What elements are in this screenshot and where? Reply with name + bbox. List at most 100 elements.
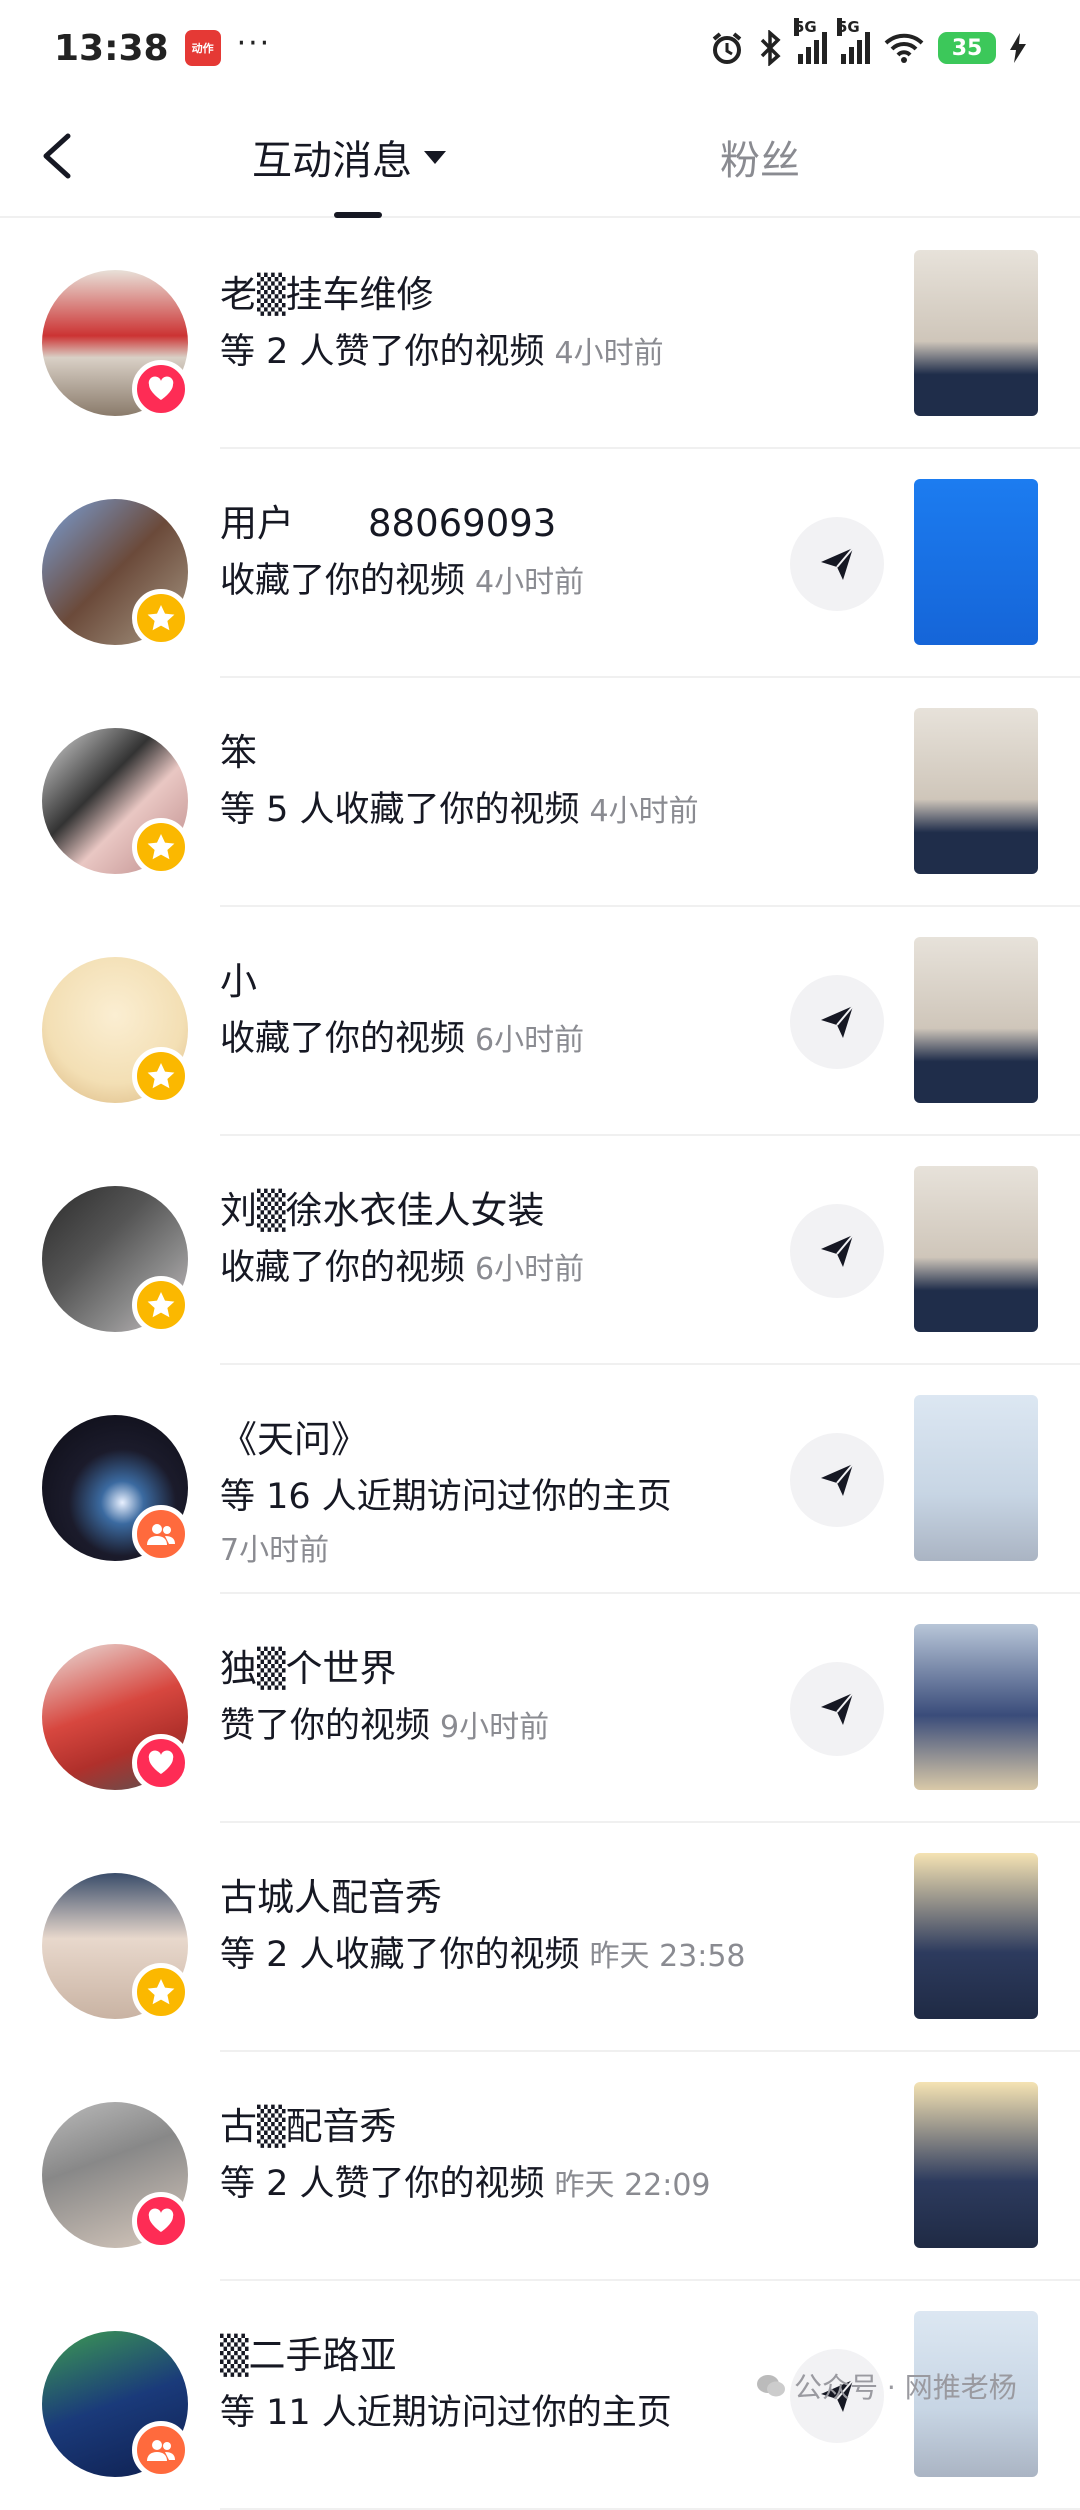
video-thumbnail[interactable]	[914, 2082, 1038, 2248]
favorite-star-icon	[132, 1276, 190, 1334]
more-notifications-icon: ···	[236, 25, 272, 61]
notification-time: 4小时前	[554, 336, 664, 371]
status-bar: 13:38 动作 ··· 5G 5G 35	[0, 0, 1080, 96]
notification-time: 7小时前	[220, 1533, 330, 1568]
notification-time: 6小时前	[475, 1023, 585, 1058]
video-thumbnail[interactable]	[914, 479, 1038, 645]
notification-row[interactable]: 用户 88069093 收藏了你的视频 4小时前	[0, 449, 1080, 678]
notification-desc: 等 11 人近期访问过你的主页	[220, 2393, 672, 2433]
notification-desc: 等 2 人赞了你的视频	[220, 332, 545, 372]
notification-text: 小 收藏了你的视频 6小时前	[220, 957, 760, 1067]
notification-text: 老▒挂车维修 等 2 人赞了你的视频 4小时前	[220, 270, 760, 380]
notification-desc: 赞了你的视频	[220, 1706, 431, 1746]
like-heart-icon	[132, 360, 190, 418]
status-time: 13:38	[54, 27, 169, 69]
paper-plane-icon	[817, 544, 857, 584]
notification-time: 4小时前	[475, 565, 585, 600]
paper-plane-icon	[817, 1460, 857, 1500]
paper-plane-icon	[817, 1002, 857, 1042]
send-message-button[interactable]	[790, 517, 884, 611]
notification-desc: 等 5 人收藏了你的视频	[220, 790, 580, 830]
notification-text: ▒二手路亚 等 11 人近期访问过你的主页	[220, 2331, 760, 2439]
notification-row[interactable]: 小 收藏了你的视频 6小时前	[0, 907, 1080, 1136]
tab-fans[interactable]: 粉丝	[720, 128, 800, 186]
paper-plane-icon	[817, 1689, 857, 1729]
notification-desc-line: 收藏了你的视频 4小时前	[220, 555, 760, 609]
notification-row[interactable]: 独▒个世界 赞了你的视频 9小时前	[0, 1594, 1080, 1823]
notification-desc: 收藏了你的视频	[220, 1248, 466, 1288]
notification-time: 9小时前	[440, 1710, 550, 1745]
notification-text: 刘▒徐水衣佳人女装 收藏了你的视频 6小时前	[220, 1186, 760, 1296]
video-thumbnail[interactable]	[914, 1853, 1038, 2019]
user-name[interactable]: 小	[220, 957, 760, 1007]
notification-time: 昨天 22:09	[554, 2168, 711, 2203]
notification-text: 古城人配音秀 等 2 人收藏了你的视频 昨天 23:58	[220, 1873, 760, 1983]
user-name[interactable]: 古城人配音秀	[220, 1873, 760, 1923]
notification-desc-line: 等 5 人收藏了你的视频 4小时前	[220, 784, 760, 838]
send-message-button[interactable]	[790, 1204, 884, 1298]
notification-text: 笨 等 5 人收藏了你的视频 4小时前	[220, 728, 760, 838]
notification-desc-line: 等 2 人赞了你的视频 昨天 22:09	[220, 2158, 760, 2212]
notification-desc: 收藏了你的视频	[220, 1019, 466, 1059]
app-notification-icon: 动作	[184, 30, 221, 66]
notification-desc-line: 等 16 人近期访问过你的主页	[220, 1471, 760, 1523]
notification-row[interactable]: 古城人配音秀 等 2 人收藏了你的视频 昨天 23:58	[0, 1823, 1080, 2052]
visitors-icon	[132, 1505, 190, 1563]
video-thumbnail[interactable]	[914, 1166, 1038, 1332]
notification-desc: 等 2 人赞了你的视频	[220, 2164, 545, 2204]
video-thumbnail[interactable]	[914, 1395, 1038, 1561]
notification-desc-line: 收藏了你的视频 6小时前	[220, 1242, 760, 1296]
video-thumbnail[interactable]	[914, 1624, 1038, 1790]
notification-row[interactable]: 古▒配音秀 等 2 人赞了你的视频 昨天 22:09	[0, 2052, 1080, 2281]
notification-desc-line: 赞了你的视频 9小时前	[220, 1700, 760, 1754]
tab-interaction-label: 互动消息	[252, 138, 412, 184]
notification-text: 《天问》 等 16 人近期访问过你的主页 7小时前	[220, 1415, 760, 1573]
favorite-star-icon	[132, 1963, 190, 2021]
notification-time: 6小时前	[475, 1252, 585, 1287]
notification-row[interactable]: 《天问》 等 16 人近期访问过你的主页 7小时前	[0, 1365, 1080, 1594]
like-heart-icon	[132, 1734, 190, 1792]
send-message-button[interactable]	[790, 1433, 884, 1527]
user-name[interactable]: 刘▒徐水衣佳人女装	[220, 1186, 760, 1236]
notification-desc: 收藏了你的视频	[220, 561, 466, 601]
wifi-icon	[884, 33, 924, 63]
signal-icon: 5G	[837, 18, 870, 64]
favorite-star-icon	[132, 818, 190, 876]
back-arrow-icon[interactable]	[28, 124, 88, 188]
battery-indicator: 35	[938, 32, 996, 64]
wechat-icon	[757, 2375, 785, 2397]
notification-row[interactable]: 笨 等 5 人收藏了你的视频 4小时前	[0, 678, 1080, 907]
favorite-star-icon	[132, 1047, 190, 1105]
notification-text: 古▒配音秀 等 2 人赞了你的视频 昨天 22:09	[220, 2102, 760, 2212]
send-message-button[interactable]	[790, 975, 884, 1069]
notification-row[interactable]: 刘▒徐水衣佳人女装 收藏了你的视频 6小时前	[0, 1136, 1080, 1365]
video-thumbnail[interactable]	[914, 708, 1038, 874]
visitors-icon	[132, 2421, 190, 2479]
video-thumbnail[interactable]	[914, 250, 1038, 416]
send-message-button[interactable]	[790, 1662, 884, 1756]
notification-desc-line: 等 11 人近期访问过你的主页	[220, 2387, 760, 2439]
bluetooth-icon	[760, 30, 781, 66]
notification-time: 4小时前	[589, 794, 699, 829]
user-name[interactable]: 用户 88069093	[220, 499, 760, 549]
favorite-star-icon	[132, 589, 190, 647]
notification-desc-line: 收藏了你的视频 6小时前	[220, 1013, 760, 1067]
watermark: 公众号 · 网推老杨	[756, 2366, 1017, 2406]
notification-list: 老▒挂车维修 等 2 人赞了你的视频 4小时前 用户 88069093 收藏了你的…	[0, 220, 1080, 2510]
active-tab-indicator	[334, 212, 382, 218]
signal-icon: 5G	[794, 18, 827, 64]
notification-text: 用户 88069093 收藏了你的视频 4小时前	[220, 499, 760, 609]
notification-text: 独▒个世界 赞了你的视频 9小时前	[220, 1644, 760, 1754]
tab-interaction-messages[interactable]: 互动消息	[252, 128, 446, 186]
user-name[interactable]: 古▒配音秀	[220, 2102, 760, 2152]
user-name[interactable]: 独▒个世界	[220, 1644, 760, 1694]
like-heart-icon	[132, 2192, 190, 2250]
top-nav-bar: 互动消息 粉丝	[0, 96, 1080, 218]
paper-plane-icon	[817, 1231, 857, 1271]
user-name[interactable]: 《天问》	[220, 1415, 760, 1465]
notification-row[interactable]: 老▒挂车维修 等 2 人赞了你的视频 4小时前	[0, 220, 1080, 449]
user-name[interactable]: ▒二手路亚	[220, 2331, 760, 2381]
user-name[interactable]: 老▒挂车维修	[220, 270, 760, 320]
user-name[interactable]: 笨	[220, 728, 760, 778]
video-thumbnail[interactable]	[914, 937, 1038, 1103]
